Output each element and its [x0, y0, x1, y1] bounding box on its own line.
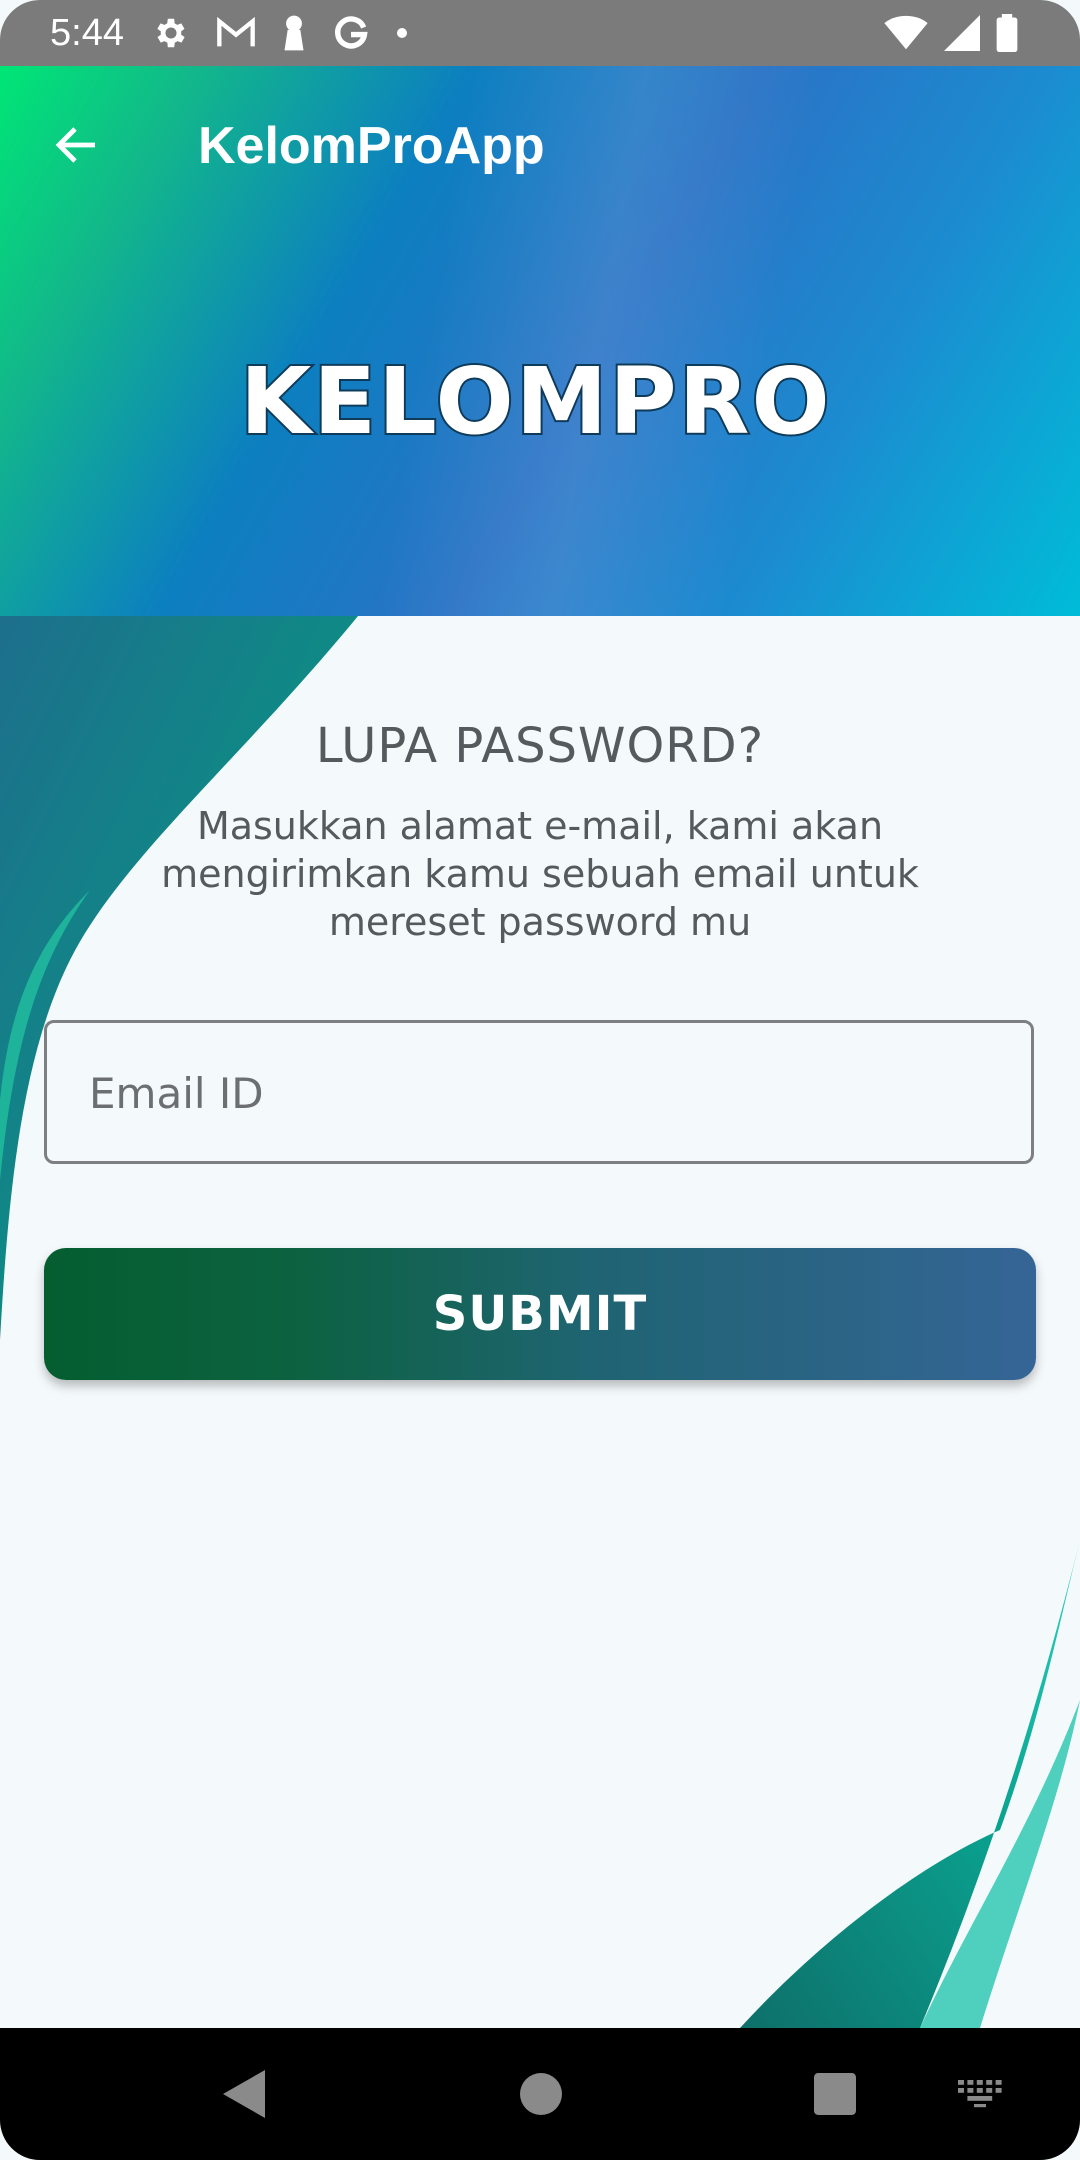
nav-keyboard-button[interactable]	[940, 2028, 1020, 2160]
keyhole-icon	[284, 15, 304, 51]
status-icons-right	[884, 12, 1018, 54]
nav-home-button[interactable]	[496, 2028, 586, 2160]
submit-label: SUBMIT	[432, 1286, 648, 1342]
submit-button[interactable]: SUBMIT	[44, 1248, 1036, 1380]
status-bar: 5:44	[0, 0, 1080, 66]
wave-right	[740, 1540, 1080, 2028]
home-circle-icon	[520, 2073, 562, 2115]
nav-recents-button[interactable]	[790, 2028, 880, 2160]
back-triangle-icon	[223, 2070, 265, 2118]
recents-square-icon	[814, 2073, 856, 2115]
wifi-icon	[884, 15, 928, 50]
dot-icon	[397, 28, 407, 38]
status-time: 5:44	[50, 12, 124, 54]
battery-icon	[996, 14, 1018, 52]
app-header: KelomProApp KELOMPRO	[0, 66, 1080, 616]
wave-right-highlight	[920, 1700, 1080, 2028]
email-field[interactable]	[44, 1020, 1034, 1164]
page-heading: LUPA PASSWORD?	[315, 718, 765, 774]
back-button[interactable]	[44, 112, 110, 178]
brand-logo: KELOMPRO	[238, 348, 832, 455]
page-description: Masukkan alamat e-mail, kami akan mengir…	[161, 804, 919, 944]
gmail-icon	[217, 16, 255, 47]
settings-icon	[157, 18, 185, 48]
keyboard-icon	[958, 2080, 1002, 2108]
nav-back-button[interactable]	[200, 2028, 290, 2160]
arrow-left-icon	[55, 127, 95, 163]
status-icons-left	[152, 12, 408, 54]
app-title: KelomProApp	[198, 117, 545, 175]
email-input[interactable]	[87, 1023, 991, 1163]
google-icon	[335, 16, 368, 49]
navigation-bar	[0, 2028, 1080, 2160]
signal-icon	[944, 15, 980, 51]
